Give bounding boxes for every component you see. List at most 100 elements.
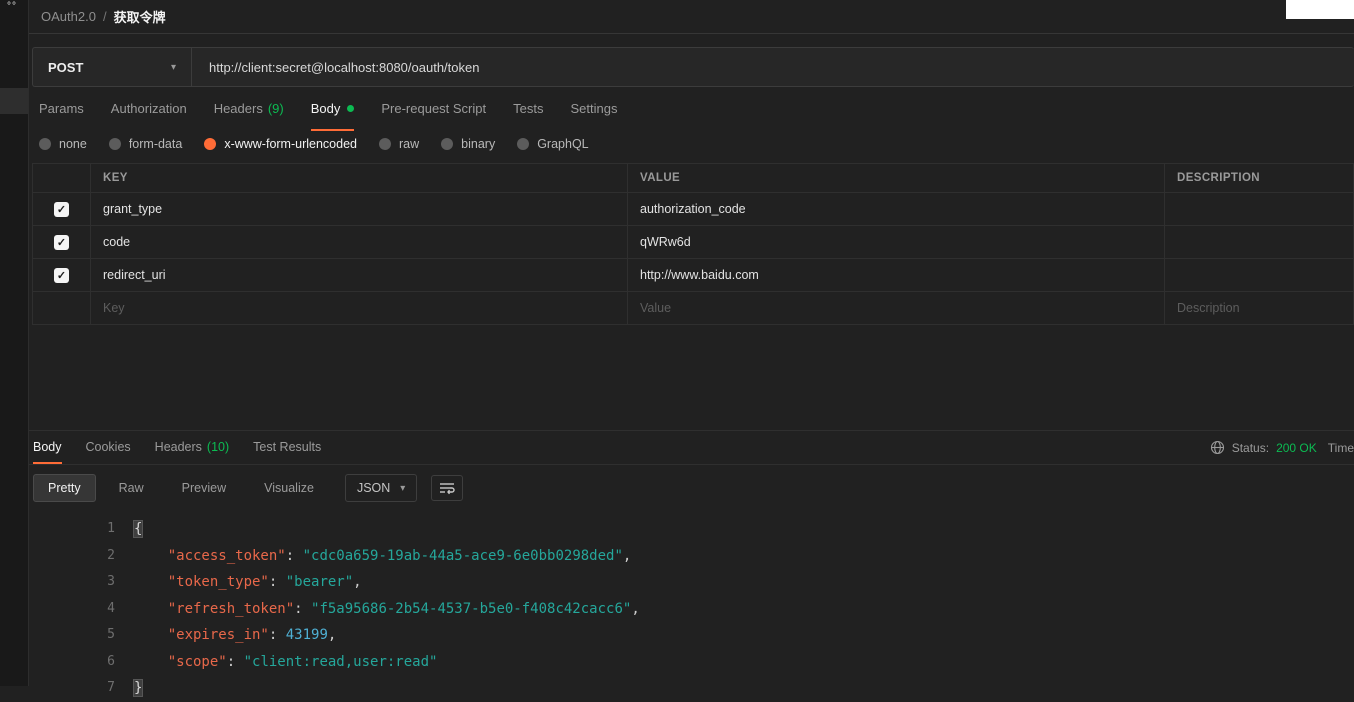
column-header-value: VALUE (627, 163, 1165, 193)
status-label: Status: (1231, 440, 1270, 455)
view-tab-raw[interactable]: Raw (104, 474, 159, 502)
checkbox-cell: ✓ (32, 192, 91, 226)
body-type-form-data[interactable]: form-data (108, 137, 182, 151)
tab-settings[interactable]: Settings (570, 87, 617, 131)
request-url-bar: POST ▾ http://client:secret@localhost:80… (32, 47, 1354, 87)
code-content: "token_type": "bearer", (134, 569, 362, 596)
tab-label: Authorization (110, 100, 187, 116)
wrap-text-button[interactable] (431, 475, 464, 501)
breadcrumb-request-title: 获取令牌 (113, 10, 166, 25)
row-checkbox[interactable]: ✓ (54, 267, 69, 283)
placeholder-value-cell[interactable]: Value (627, 291, 1165, 325)
table-placeholder-row: Key Value Description (32, 291, 1354, 325)
response-tabs: Body Cookies Headers (10) Test Results (33, 431, 321, 464)
wrap-text-icon (440, 483, 456, 495)
tab-headers[interactable]: Headers (9) (214, 87, 284, 131)
breadcrumb-separator: / (102, 9, 107, 24)
body-type-none[interactable]: none (39, 137, 87, 151)
body-type-binary[interactable]: binary (441, 137, 495, 151)
token-brace: } (132, 679, 144, 697)
view-tabs: Pretty Raw Preview Visualize (33, 474, 329, 502)
view-tab-preview[interactable]: Preview (167, 474, 241, 502)
view-tab-pretty[interactable]: Pretty (33, 474, 96, 502)
cell-value[interactable]: http://www.baidu.com (627, 258, 1165, 292)
body-type-label: x-www-form-urlencoded (224, 137, 357, 151)
cell-value[interactable]: authorization_code (627, 192, 1165, 226)
tab-label: Cookies (85, 439, 131, 454)
cell-description[interactable] (1164, 225, 1354, 259)
body-type-options: none form-data x-www-form-urlencoded raw bin… (29, 131, 1354, 163)
tab-label: Test Results (253, 439, 322, 454)
response-tab-body[interactable]: Body (33, 431, 62, 464)
token-string: "client:read,user:read" (243, 653, 438, 670)
line-number: 7 (107, 680, 115, 695)
checkbox-cell: ✓ (32, 225, 91, 259)
response-panel: Body Cookies Headers (10) Test Results Statu… (29, 430, 1354, 697)
network-globe-icon[interactable] (1210, 440, 1225, 455)
token-plain: : (268, 574, 286, 590)
checkbox-cell (32, 291, 91, 325)
urlencoded-params-table: KEY VALUE DESCRIPTION ✓ grant_type authoriza… (32, 163, 1354, 325)
view-tab-visualize[interactable]: Visualize (249, 474, 329, 502)
chevron-down-icon: ▾ (400, 482, 406, 494)
response-tab-headers[interactable]: Headers (10) (155, 431, 229, 464)
line-number: 2 (107, 547, 115, 563)
token-plain: : (226, 653, 244, 670)
body-type-raw[interactable]: raw (379, 137, 419, 151)
code-content: "expires_in": 43199, (134, 622, 337, 649)
format-select[interactable]: JSON ▾ (344, 474, 418, 502)
radio-icon (517, 138, 530, 150)
radio-icon (204, 138, 217, 150)
method-selector[interactable]: POST ▾ (33, 48, 192, 86)
sidebar-dots-icon[interactable]: °° (0, 0, 28, 12)
tab-pre-request-script[interactable]: Pre-request Script (381, 87, 486, 131)
token-plain: : (285, 547, 303, 564)
tab-body[interactable]: Body (310, 87, 355, 131)
code-content: "access_token": "cdc0a659-19ab-44a5-ace9… (134, 543, 632, 570)
left-sidebar-strip: °° (0, 0, 29, 686)
tab-tests[interactable]: Tests (513, 87, 543, 131)
url-input[interactable]: http://client:secret@localhost:8080/oaut… (192, 48, 1354, 86)
cell-value[interactable]: qWRw6d (627, 225, 1165, 259)
cell-key[interactable]: redirect_uri (90, 258, 628, 292)
response-tab-test-results[interactable]: Test Results (253, 431, 321, 464)
response-body-json[interactable]: 1{2 "access_token": "cdc0a659-19ab-44a5-… (29, 511, 1354, 702)
token-plain: , (353, 574, 362, 590)
cell-description[interactable] (1164, 192, 1354, 226)
body-type-x-www-form-urlencoded[interactable]: x-www-form-urlencoded (204, 137, 357, 151)
top-right-button[interactable] (1286, 0, 1354, 19)
cell-key[interactable]: grant_type (90, 192, 628, 226)
tab-label: Settings (570, 100, 618, 116)
tab-count: (10) (206, 439, 230, 454)
table-row: ✓ redirect_uri http://www.baidu.com (32, 258, 1354, 292)
cell-key[interactable]: code (90, 225, 628, 259)
body-type-graphql[interactable]: GraphQL (517, 137, 589, 151)
code-line: 2 "access_token": "cdc0a659-19ab-44a5-ac… (29, 543, 1354, 570)
method-label: POST (48, 59, 84, 75)
code-line: 4 "refresh_token": "f5a95686-2b54-4537-b… (29, 596, 1354, 623)
token-plain: , (327, 627, 337, 643)
row-checkbox[interactable]: ✓ (54, 201, 69, 217)
tab-params[interactable]: Params (39, 87, 84, 131)
table-header-row: KEY VALUE DESCRIPTION (32, 163, 1354, 193)
tab-authorization[interactable]: Authorization (111, 87, 187, 131)
placeholder-description-cell[interactable]: Description (1164, 291, 1354, 325)
row-checkbox[interactable]: ✓ (54, 234, 69, 250)
code-line: 7} (29, 675, 1354, 702)
chevron-down-icon: ▾ (170, 61, 176, 73)
code-content: { (132, 516, 144, 543)
tab-count: (9) (267, 100, 284, 116)
cell-description[interactable] (1164, 258, 1354, 292)
format-select-value: JSON (356, 481, 391, 495)
placeholder-key-cell[interactable]: Key (90, 291, 628, 325)
radio-icon (39, 138, 51, 150)
response-tab-cookies[interactable]: Cookies (86, 431, 131, 464)
breadcrumb-collection[interactable]: OAuth2.0 (41, 9, 96, 24)
line-number: 4 (107, 600, 115, 616)
body-type-label: raw (399, 137, 420, 151)
token-number: 43199 (285, 627, 328, 643)
code-content: "scope": "client:read,user:read" (134, 649, 438, 676)
sidebar-active-item[interactable] (0, 88, 28, 114)
line-number: 3 (107, 574, 115, 589)
